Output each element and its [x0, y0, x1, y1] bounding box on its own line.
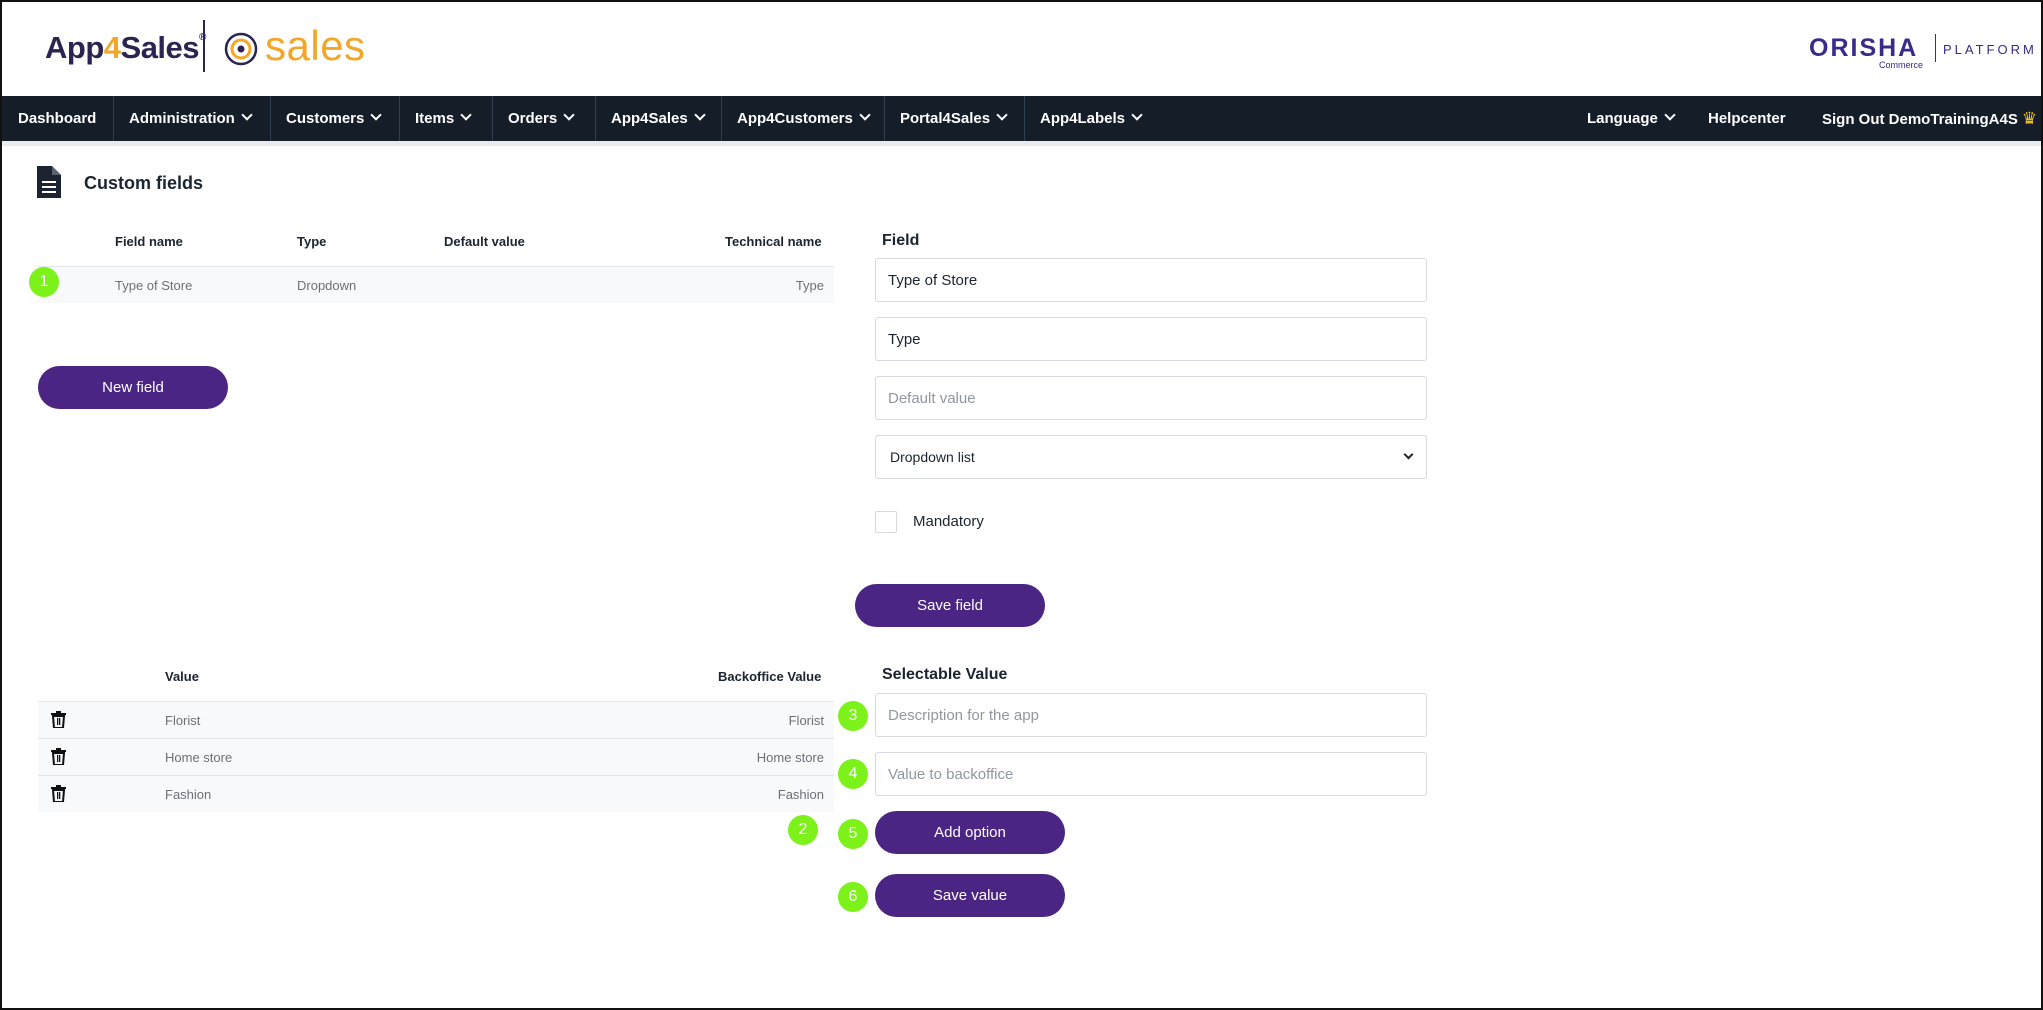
- value-cell: Fashion: [165, 787, 212, 802]
- nav-administration[interactable]: Administration: [113, 96, 267, 141]
- nav-orders[interactable]: Orders: [492, 96, 589, 141]
- new-field-button[interactable]: New field: [38, 366, 228, 409]
- backoffice-value-cell: Florist: [788, 713, 824, 728]
- col-header-value[interactable]: Value: [165, 669, 199, 684]
- nav-administration-label: Administration: [129, 110, 235, 127]
- document-icon: [37, 166, 61, 198]
- app4sales-logo[interactable]: App4Sales®: [45, 30, 206, 66]
- orisha-platform-logo: ORISHA Commerce PLATFORM: [1809, 32, 2034, 70]
- col-header-field-name[interactable]: Field name: [115, 234, 183, 249]
- nav-portal4sales-label: Portal4Sales: [900, 110, 991, 127]
- step-badge-5: 5: [838, 819, 868, 849]
- orisha-name: ORISHA: [1809, 34, 1919, 62]
- trash-icon[interactable]: [51, 785, 66, 802]
- sales-target-icon: [224, 32, 258, 66]
- col-header-default-value[interactable]: Default value: [444, 234, 525, 249]
- mandatory-label[interactable]: Mandatory: [913, 513, 984, 530]
- value-cell: Home store: [165, 750, 233, 765]
- default-value-input[interactable]: [875, 376, 1427, 420]
- description-input[interactable]: [875, 693, 1427, 737]
- orisha-platform-text: PLATFORM: [1943, 42, 2037, 57]
- chevron-down-icon: [1131, 109, 1143, 121]
- nav-app4customers[interactable]: App4Customers: [721, 96, 885, 141]
- col-header-backoffice-value[interactable]: Backoffice Value: [718, 669, 821, 684]
- orisha-commerce: Commerce: [1879, 60, 1924, 70]
- step-badge-4: 4: [838, 759, 868, 789]
- logo-text-app: App: [45, 30, 104, 65]
- field-type-select[interactable]: Dropdown list: [875, 435, 1427, 479]
- field-type-selected: Dropdown list: [890, 449, 975, 465]
- nav-sign-out[interactable]: Sign Out DemoTrainingA4S ♛: [1806, 96, 2043, 141]
- chevron-down-icon: [859, 109, 871, 121]
- nav-portal4sales[interactable]: Portal4Sales: [884, 96, 1022, 141]
- field-technical-cell: Type: [795, 278, 824, 293]
- technical-name-input[interactable]: [875, 317, 1427, 361]
- field-name-input[interactable]: [875, 258, 1427, 302]
- field-form-heading: Field: [882, 232, 920, 249]
- selectable-value-heading: Selectable Value: [882, 666, 1008, 683]
- table-row[interactable]: Home store Home store: [38, 738, 834, 775]
- col-header-type[interactable]: Type: [297, 234, 326, 249]
- logo-text-four: 4: [103, 30, 121, 65]
- col-header-technical-name[interactable]: Technical name: [725, 234, 822, 249]
- app-header: App4Sales® sales ORISHA Commerce PLATFOR…: [2, 2, 2041, 96]
- mandatory-checkbox[interactable]: [875, 511, 897, 533]
- save-field-button[interactable]: Save field: [855, 584, 1045, 627]
- nav-language-label: Language: [1587, 110, 1658, 127]
- nav-customers-label: Customers: [286, 110, 365, 127]
- orisha-divider: [1935, 34, 1936, 62]
- backoffice-value-cell: Home store: [756, 750, 824, 765]
- nav-items-label: Items: [415, 110, 455, 127]
- step-badge-3: 3: [838, 701, 868, 731]
- step-badge-6: 6: [838, 882, 868, 912]
- field-name-cell: Type of Store: [115, 278, 193, 293]
- add-option-button[interactable]: Add option: [875, 811, 1065, 854]
- nav-underline: [2, 141, 2041, 146]
- chevron-down-icon: [460, 109, 472, 121]
- logo-text-sales: Sales: [120, 30, 200, 65]
- value-cell: Florist: [165, 713, 201, 728]
- chevron-down-icon: [1664, 109, 1676, 121]
- nav-app4sales[interactable]: App4Sales: [595, 96, 720, 141]
- table-row[interactable]: Florist Florist: [38, 701, 834, 738]
- chevron-down-icon: [241, 109, 253, 121]
- step-badge-1: 1: [29, 267, 59, 297]
- nav-dashboard[interactable]: Dashboard: [2, 96, 112, 141]
- backoffice-value-input[interactable]: [875, 752, 1427, 796]
- backoffice-value-cell: Fashion: [777, 787, 824, 802]
- nav-items[interactable]: Items: [399, 96, 486, 141]
- logo-divider: [203, 20, 205, 72]
- step-badge-2: 2: [788, 815, 818, 845]
- nav-helpcenter[interactable]: Helpcenter: [1692, 96, 1802, 141]
- chevron-down-icon: [370, 109, 383, 121]
- nav-app4sales-label: App4Sales: [611, 110, 688, 127]
- nav-orders-label: Orders: [508, 110, 558, 127]
- save-value-button[interactable]: Save value: [875, 874, 1065, 917]
- trash-icon[interactable]: [51, 748, 66, 765]
- main-nav: Dashboard Administration Customers Items…: [2, 96, 2041, 141]
- nav-dashboard-label: Dashboard: [18, 110, 97, 127]
- nav-language[interactable]: Language: [1571, 96, 1690, 141]
- nav-customers[interactable]: Customers: [270, 96, 396, 141]
- table-row[interactable]: Type of Store Dropdown Type: [38, 266, 834, 303]
- sign-out-label: Sign Out: [1822, 111, 1889, 128]
- nav-app4labels-label: App4Labels: [1040, 110, 1126, 127]
- field-type-cell: Dropdown: [297, 278, 357, 293]
- nav-helpcenter-label: Helpcenter: [1708, 110, 1786, 127]
- chevron-down-icon: [563, 109, 575, 121]
- username: DemoTrainingA4S: [1888, 111, 2018, 128]
- page-title: Custom fields: [84, 173, 204, 193]
- window-frame: [0, 0, 2043, 1010]
- nav-app4customers-label: App4Customers: [737, 110, 853, 127]
- table-row[interactable]: Fashion Fashion: [38, 775, 834, 812]
- nav-app4labels[interactable]: App4Labels: [1024, 96, 1157, 141]
- chevron-down-icon: [1403, 449, 1414, 460]
- crown-icon: ♛: [2021, 109, 2038, 128]
- sales-wordmark: sales: [265, 22, 366, 69]
- trash-icon[interactable]: [51, 711, 66, 728]
- chevron-down-icon: [996, 109, 1008, 121]
- chevron-down-icon: [694, 109, 706, 121]
